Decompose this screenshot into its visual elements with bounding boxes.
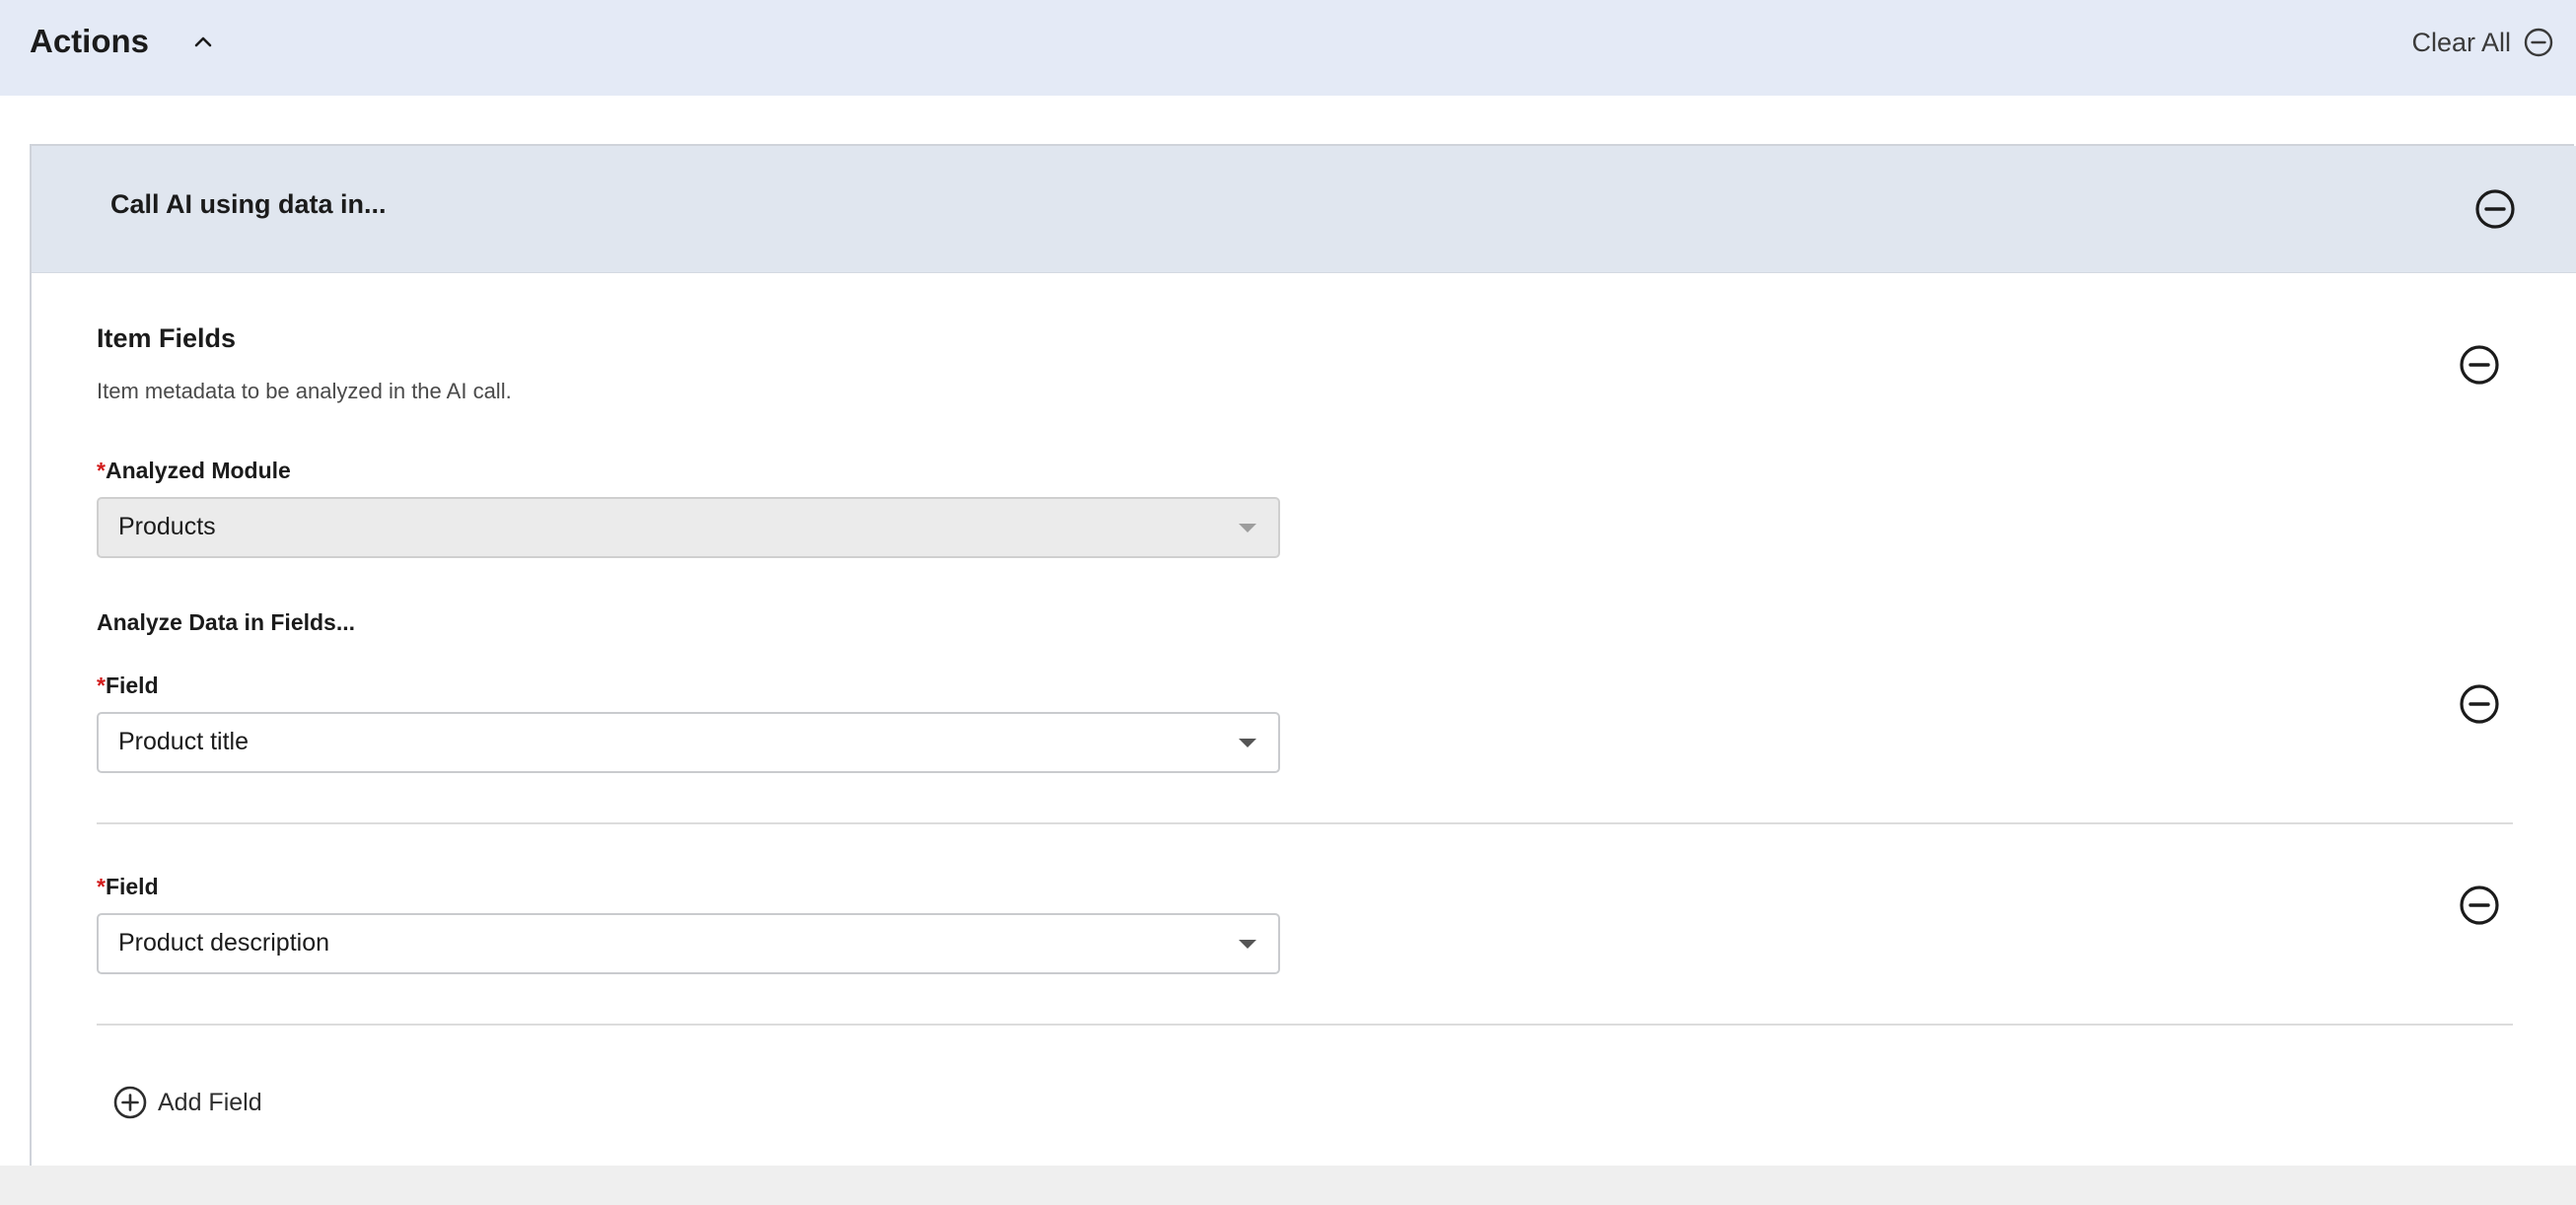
analyze-fields-heading: Analyze Data in Fields... xyxy=(97,609,356,635)
required-mark: * xyxy=(97,874,106,899)
action-panel: Call AI using data in... Item Fields Ite… xyxy=(30,144,2576,1166)
field-label-text: Field xyxy=(105,673,159,698)
clear-all-label: Clear All xyxy=(2411,27,2511,57)
panel-title: Call AI using data in... xyxy=(110,189,387,219)
caret-down-icon xyxy=(1239,940,1256,949)
remove-section-icon[interactable] xyxy=(2458,343,2501,387)
required-mark: * xyxy=(97,673,106,698)
field-select-product-title[interactable]: Product title xyxy=(97,712,1280,773)
caret-down-icon xyxy=(1239,739,1256,747)
analyzed-module-label: *Analyzed Module xyxy=(97,458,291,484)
field-label: *Field xyxy=(97,874,159,900)
caret-down-icon xyxy=(1239,524,1256,532)
add-field-button[interactable]: Add Field xyxy=(112,1085,262,1120)
actions-title: Actions xyxy=(30,23,150,59)
remove-field-icon[interactable] xyxy=(2458,884,2501,927)
field-select-product-description[interactable]: Product description xyxy=(97,913,1280,974)
chevron-up-icon[interactable] xyxy=(191,30,215,53)
page: Actions Clear All Call AI using data in.… xyxy=(0,0,2576,1166)
field-select-value: Product description xyxy=(118,929,330,957)
clear-all-button[interactable]: Clear All xyxy=(2411,24,2554,61)
remove-action-icon[interactable] xyxy=(2473,187,2517,231)
panel-header: Call AI using data in... xyxy=(32,146,2576,273)
analyzed-module-label-text: Analyzed Module xyxy=(105,458,291,483)
field-divider xyxy=(97,1024,2513,1026)
section-description: Item metadata to be analyzed in the AI c… xyxy=(97,379,512,403)
field-divider xyxy=(97,822,2513,824)
remove-field-icon[interactable] xyxy=(2458,682,2501,726)
minus-circle-icon xyxy=(2524,28,2553,57)
actions-header: Actions Clear All xyxy=(0,0,2576,96)
plus-circle-icon xyxy=(113,1086,147,1119)
analyzed-module-select: Products xyxy=(97,497,1280,558)
field-label-text: Field xyxy=(105,874,159,899)
field-select-value: Product title xyxy=(118,728,250,755)
add-field-label: Add Field xyxy=(158,1088,262,1116)
field-label: *Field xyxy=(97,673,159,699)
required-mark: * xyxy=(97,458,106,483)
analyzed-module-value: Products xyxy=(118,513,216,540)
section-title: Item Fields xyxy=(97,323,237,353)
